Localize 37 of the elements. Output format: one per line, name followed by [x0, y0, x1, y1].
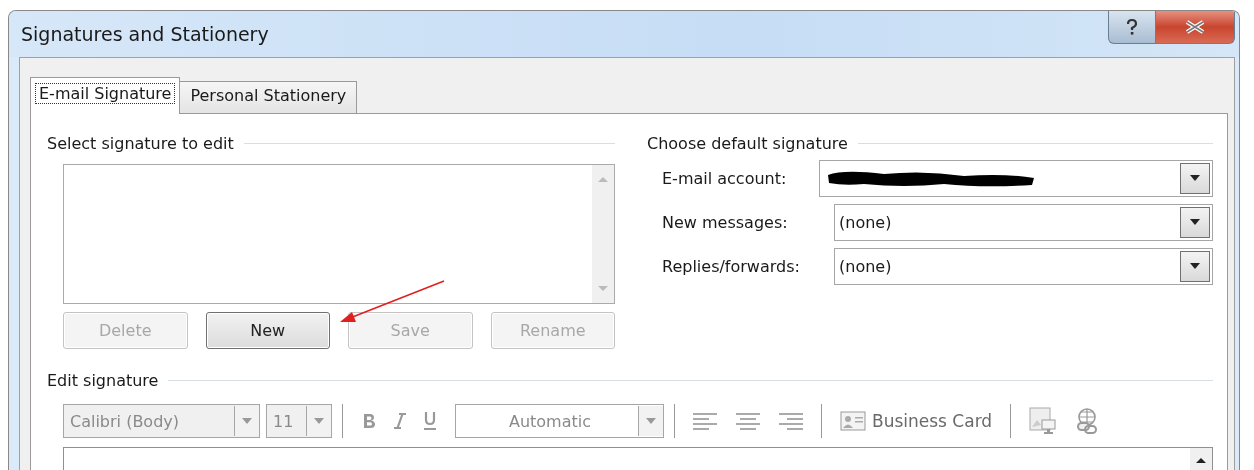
- dropdown-value: (none): [839, 256, 892, 276]
- field-label: Replies/forwards:: [662, 256, 801, 276]
- help-button[interactable]: [1108, 11, 1156, 44]
- field-label: New messages:: [662, 212, 789, 232]
- dropdown-arrow-icon: [1189, 174, 1201, 182]
- scroll-up-icon: [1195, 456, 1207, 464]
- italic-icon: [393, 412, 407, 430]
- dropdown-arrow-icon: [313, 417, 325, 425]
- tab[interactable]: E-mail Signature: [30, 77, 181, 114]
- signature-list[interactable]: [63, 164, 615, 304]
- dropdown-arrow-icon: [241, 417, 253, 425]
- align-left-icon: [693, 411, 719, 431]
- help-icon: [1125, 18, 1139, 36]
- dropdown-field[interactable]: (none): [834, 203, 1213, 241]
- action-button[interactable]: New: [205, 312, 330, 349]
- group-label: Edit signature: [47, 370, 159, 390]
- dropdown-arrow-icon: [1189, 262, 1201, 270]
- contact-card-icon: [840, 411, 866, 431]
- field-label: E-mail account:: [662, 168, 788, 188]
- group-label: Select signature to edit: [47, 133, 234, 153]
- scroll-up-icon: [597, 175, 609, 183]
- align-right-icon: [777, 411, 803, 431]
- scrollbar[interactable]: [592, 165, 614, 303]
- group-label: Choose default signature: [647, 133, 848, 153]
- scroll-down-icon: [597, 285, 609, 293]
- tab[interactable]: Personal Stationery: [179, 81, 358, 113]
- align-center-icon: [735, 411, 761, 431]
- dropdown-field[interactable]: [819, 159, 1213, 197]
- dropdown-arrow-icon: [645, 417, 657, 425]
- close-icon: [1184, 20, 1206, 34]
- picture-monitor-icon: [1029, 407, 1058, 435]
- window-title: Signatures and Stationery: [21, 23, 269, 45]
- bold-icon: [361, 412, 377, 430]
- dropdown-field[interactable]: (none): [834, 247, 1213, 285]
- dropdown-value: (none): [839, 212, 892, 232]
- underline-icon: [423, 411, 437, 431]
- dropdown-arrow-icon: [1189, 218, 1201, 226]
